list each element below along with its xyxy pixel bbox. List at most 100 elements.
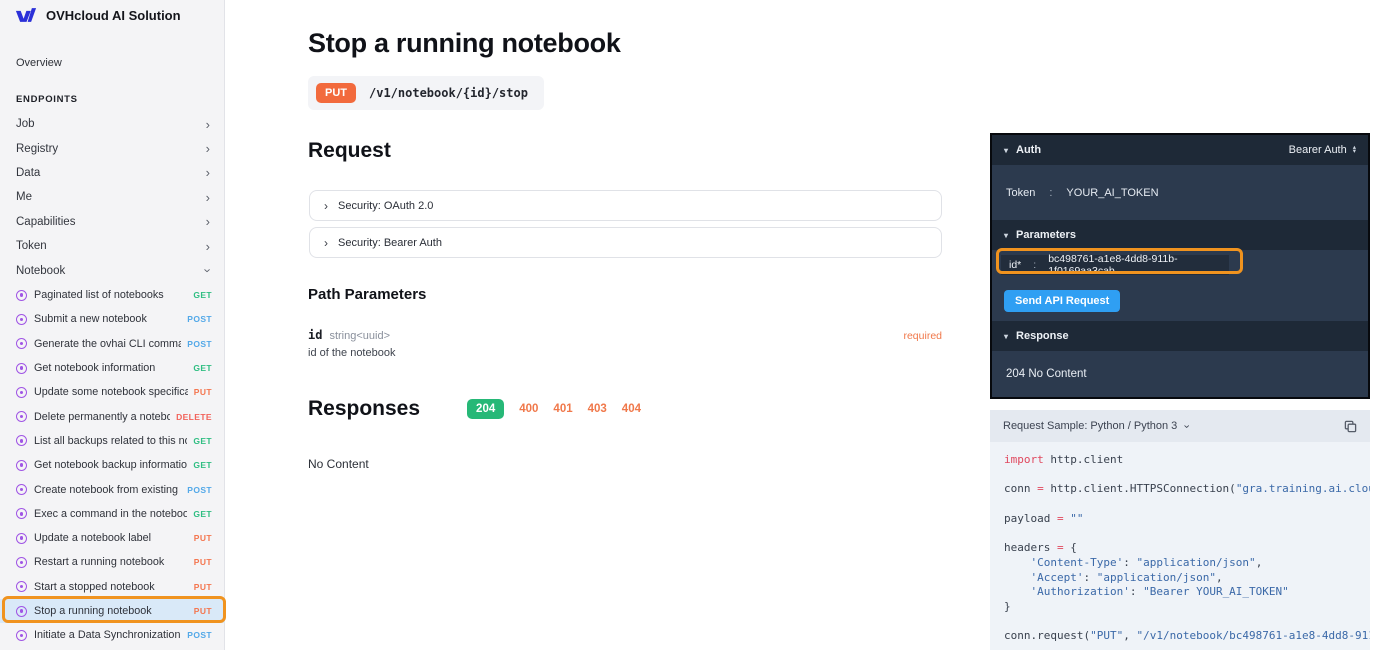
auth-scheme-label: Bearer Auth xyxy=(1288,144,1347,156)
send-api-request-button[interactable]: Send API Request xyxy=(1004,290,1121,312)
target-icon xyxy=(16,581,27,593)
chevron-right-icon: › xyxy=(205,165,210,181)
copy-icon[interactable] xyxy=(1344,420,1357,433)
target-icon xyxy=(16,484,27,496)
target-icon xyxy=(16,459,27,471)
endpoint-label: Initiate a Data Synchronization o... xyxy=(34,629,181,642)
code-sample[interactable]: import http.client conn = http.client.HT… xyxy=(990,442,1370,644)
sidebar-group-token[interactable]: Token › xyxy=(0,234,225,258)
auth-header-label: Auth xyxy=(1016,144,1042,156)
sidebar-endpoint-update-a-notebook-label[interactable]: Update a notebook label PUT xyxy=(0,526,225,550)
separator: : xyxy=(1033,259,1037,271)
method-tag-put: PUT xyxy=(193,387,212,398)
sidebar-group-me[interactable]: Me › xyxy=(0,185,225,209)
response-tab-204[interactable]: 204 xyxy=(467,399,505,419)
id-parameter-row[interactable]: id* : bc498761-a1e8-4dd8-911b-1f0169aa3c… xyxy=(1001,253,1229,277)
method-tag-get: GET xyxy=(193,460,212,471)
chevron-down-icon: › xyxy=(1180,424,1193,428)
sidebar-endpoint-stop-a-running-notebook[interactable]: Stop a running notebook PUT xyxy=(0,598,225,624)
sidebar-group-capabilities[interactable]: Capabilities › xyxy=(0,210,225,234)
sidebar-endpoint-delete-permanently-a-notebook[interactable]: Delete permanently a notebook DELETE xyxy=(0,404,225,428)
sidebar-groups: Job › Registry › Data › Me › Capabilities › Token ›… xyxy=(0,112,225,283)
sidebar-endpoint-get-notebook-backup-information[interactable]: Get notebook backup information GET xyxy=(0,453,225,477)
accordion-security-oauth[interactable]: › Security: OAuth 2.0 xyxy=(309,190,942,221)
code-line: 'Accept': "application/json", xyxy=(1030,570,1223,584)
param-type: string<uuid> xyxy=(329,330,390,342)
page-title: Stop a running notebook xyxy=(308,28,621,58)
response-tab-404[interactable]: 404 xyxy=(622,403,641,415)
target-icon xyxy=(16,605,27,617)
response-tab-401[interactable]: 401 xyxy=(553,403,572,415)
request-heading: Request xyxy=(308,139,391,162)
response-section-header: ▾ Response xyxy=(992,321,1368,351)
group-label: Data xyxy=(16,166,41,179)
sidebar-endpoint-restart-a-running-notebook[interactable]: Restart a running notebook PUT xyxy=(0,550,225,574)
sidebar-endpoint-submit-a-new-notebook[interactable]: Submit a new notebook POST xyxy=(0,307,225,331)
target-icon xyxy=(16,629,27,641)
code-line: payload = "" xyxy=(1004,511,1084,525)
parameters-toggle[interactable]: ▾ Parameters xyxy=(1004,229,1076,241)
response-tab-400[interactable]: 400 xyxy=(519,403,538,415)
sidebar-endpoint-exec-a-command-in-the-notebook[interactable]: Exec a command in the notebook GET xyxy=(0,502,225,526)
app-title: OVHcloud AI Solution xyxy=(46,8,181,23)
sidebar-group-notebook[interactable]: Notebook › xyxy=(0,258,225,282)
sidebar-group-data[interactable]: Data › xyxy=(0,161,225,185)
method-tag-post: POST xyxy=(187,338,212,349)
brand[interactable]: OVHcloud AI Solution xyxy=(15,8,181,23)
method-tag-put: PUT xyxy=(193,557,212,568)
sidebar-endpoint-initiate-a-data-synchronization-o[interactable]: Initiate a Data Synchronization o... POST xyxy=(0,623,225,647)
sidebar-endpoint-paginated-list-of-notebooks[interactable]: Paginated list of notebooks GET xyxy=(0,283,225,307)
response-tab-403[interactable]: 403 xyxy=(588,403,607,415)
token-value-input[interactable]: YOUR_AI_TOKEN xyxy=(1066,187,1158,199)
path-parameters-heading: Path Parameters xyxy=(308,286,427,303)
target-icon xyxy=(16,313,27,325)
group-label: Job xyxy=(16,118,35,131)
responses-heading: Responses xyxy=(308,397,421,420)
group-label: Token xyxy=(16,240,47,253)
endpoint-path: /v1/notebook/{id}/stop xyxy=(369,86,528,100)
sidebar-item-overview[interactable]: Overview xyxy=(16,57,62,69)
response-header-label: Response xyxy=(1016,330,1069,342)
parameters-body: id* : bc498761-a1e8-4dd8-911b-1f0169aa3c… xyxy=(992,250,1368,321)
sidebar-endpoint-list-all-backups-related-to-this-not[interactable]: List all backups related to this not... G… xyxy=(0,429,225,453)
method-tag-get: GET xyxy=(193,435,212,446)
auth-scheme-selector[interactable]: Bearer Auth ▴ ▾ xyxy=(1289,144,1356,156)
chevron-right-icon: › xyxy=(205,141,210,157)
target-icon xyxy=(16,411,27,423)
endpoint-label: Get notebook backup information xyxy=(34,459,188,472)
method-tag-put: PUT xyxy=(193,581,212,592)
code-line: 'Content-Type': "application/json", xyxy=(1030,555,1263,569)
separator: : xyxy=(1049,186,1053,199)
id-param-value-input[interactable]: bc498761-a1e8-4dd8-911b-1f0169aa3cab xyxy=(1048,253,1221,277)
path-param-row: id string<uuid> required xyxy=(308,328,942,342)
auth-toggle[interactable]: ▾ Auth xyxy=(1004,144,1041,156)
sidebar-endpoint-start-a-stopped-notebook[interactable]: Start a stopped notebook PUT xyxy=(0,575,225,599)
try-it-panel: ▾ Auth Bearer Auth ▴ ▾ Token : YOUR_AI_TO… xyxy=(990,133,1370,399)
method-tag-get: GET xyxy=(193,290,212,301)
param-description: id of the notebook xyxy=(308,347,396,359)
sidebar-endpoint-get-notebook-information[interactable]: Get notebook information GET xyxy=(0,356,225,380)
group-label: Notebook xyxy=(16,264,66,277)
target-icon xyxy=(16,386,27,398)
code-line: conn = http.client.HTTPSConnection("gra.… xyxy=(1004,482,1370,496)
sidebar-group-registry[interactable]: Registry › xyxy=(0,136,225,160)
target-icon xyxy=(16,508,27,520)
response-body-text: No Content xyxy=(308,457,369,471)
request-sample-selector[interactable]: Request Sample: Python / Python 3 › xyxy=(1003,420,1193,432)
accordion-security-bearer[interactable]: › Security: Bearer Auth xyxy=(309,227,942,258)
endpoint-label: Start a stopped notebook xyxy=(34,580,155,593)
sidebar-endpoint-generate-the-ovhai-cli-command[interactable]: Generate the ovhai CLI command... POST xyxy=(0,332,225,356)
code-line: } xyxy=(1004,600,1011,614)
token-row: Token : YOUR_AI_TOKEN xyxy=(992,165,1368,220)
method-badge-put: PUT xyxy=(316,83,356,103)
sidebar-endpoint-update-some-notebook-specificati[interactable]: Update some notebook specificati... PUT xyxy=(0,380,225,404)
method-tag-get: GET xyxy=(193,508,212,519)
chevron-right-icon: › xyxy=(324,198,328,213)
sidebar-group-job[interactable]: Job › xyxy=(0,112,225,136)
method-tag-post: POST xyxy=(187,314,212,325)
sidebar-endpoint-create-notebook-from-existing-ba[interactable]: Create notebook from existing ba... POST xyxy=(0,477,225,501)
sort-icon: ▴ ▾ xyxy=(1352,144,1356,155)
response-toggle[interactable]: ▾ Response xyxy=(1004,330,1069,342)
